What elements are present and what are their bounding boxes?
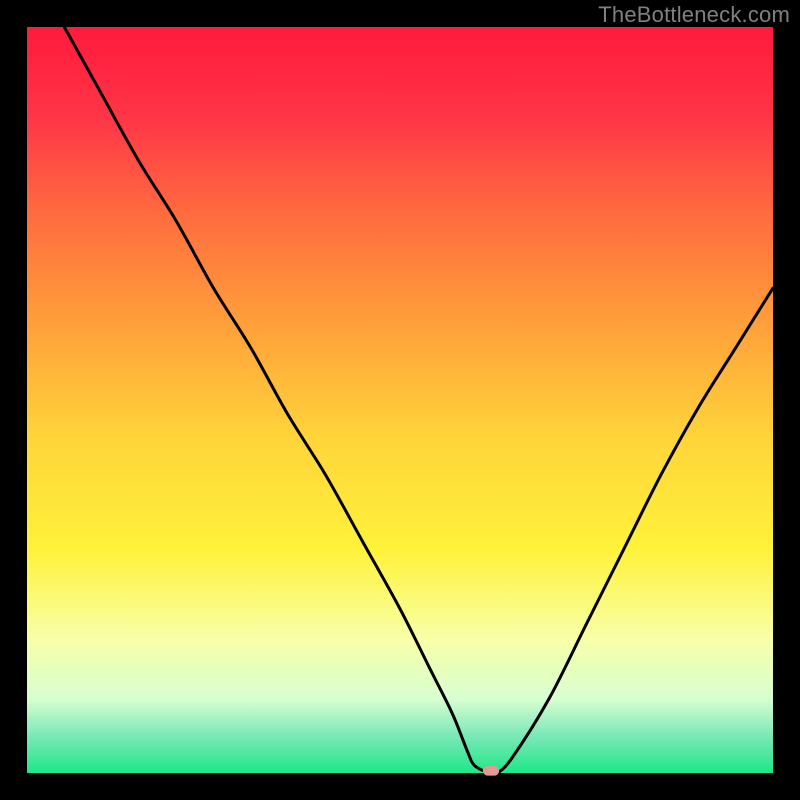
optimal-marker: [483, 766, 499, 776]
watermark-text: TheBottleneck.com: [598, 2, 790, 28]
bottleneck-chart: [0, 0, 800, 800]
gradient-background: [27, 27, 773, 773]
chart-container: TheBottleneck.com: [0, 0, 800, 800]
